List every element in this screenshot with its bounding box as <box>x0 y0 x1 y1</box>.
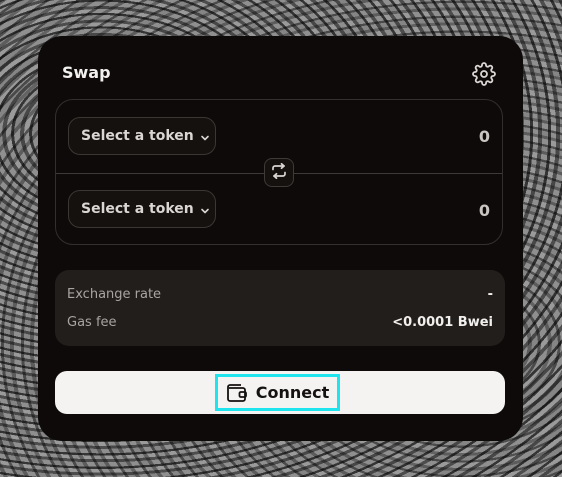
to-token-select-button[interactable]: Select a token <box>68 190 216 228</box>
to-amount-input[interactable]: 0 <box>479 201 490 220</box>
swap-panel: Select a token 0 Select a token 0 <box>55 99 503 245</box>
swap-card: Swap Select a token 0 Select a token 0 E… <box>38 36 523 441</box>
connect-label: Connect <box>255 383 330 402</box>
connect-button[interactable]: Connect <box>55 371 505 414</box>
exchange-rate-value: - <box>487 287 493 302</box>
gas-fee-value: <0.0001 Bwei <box>392 315 493 330</box>
swap-arrows-icon <box>270 162 288 183</box>
from-token-label: Select a token <box>81 128 194 144</box>
from-amount-input[interactable]: 0 <box>479 127 490 146</box>
gear-icon[interactable] <box>472 62 496 86</box>
gas-fee-label: Gas fee <box>67 315 117 330</box>
chevron-down-icon <box>200 204 210 214</box>
from-token-select-button[interactable]: Select a token <box>68 117 216 155</box>
swap-details-panel: Exchange rate - Gas fee <0.0001 Bwei <box>55 270 505 346</box>
flip-tokens-button[interactable] <box>264 158 294 187</box>
to-token-label: Select a token <box>81 201 194 217</box>
chevron-down-icon <box>200 131 210 141</box>
wallet-icon <box>226 383 248 403</box>
page-title: Swap <box>62 63 111 82</box>
connect-focus-ring: Connect <box>215 374 340 411</box>
exchange-rate-label: Exchange rate <box>67 287 162 302</box>
